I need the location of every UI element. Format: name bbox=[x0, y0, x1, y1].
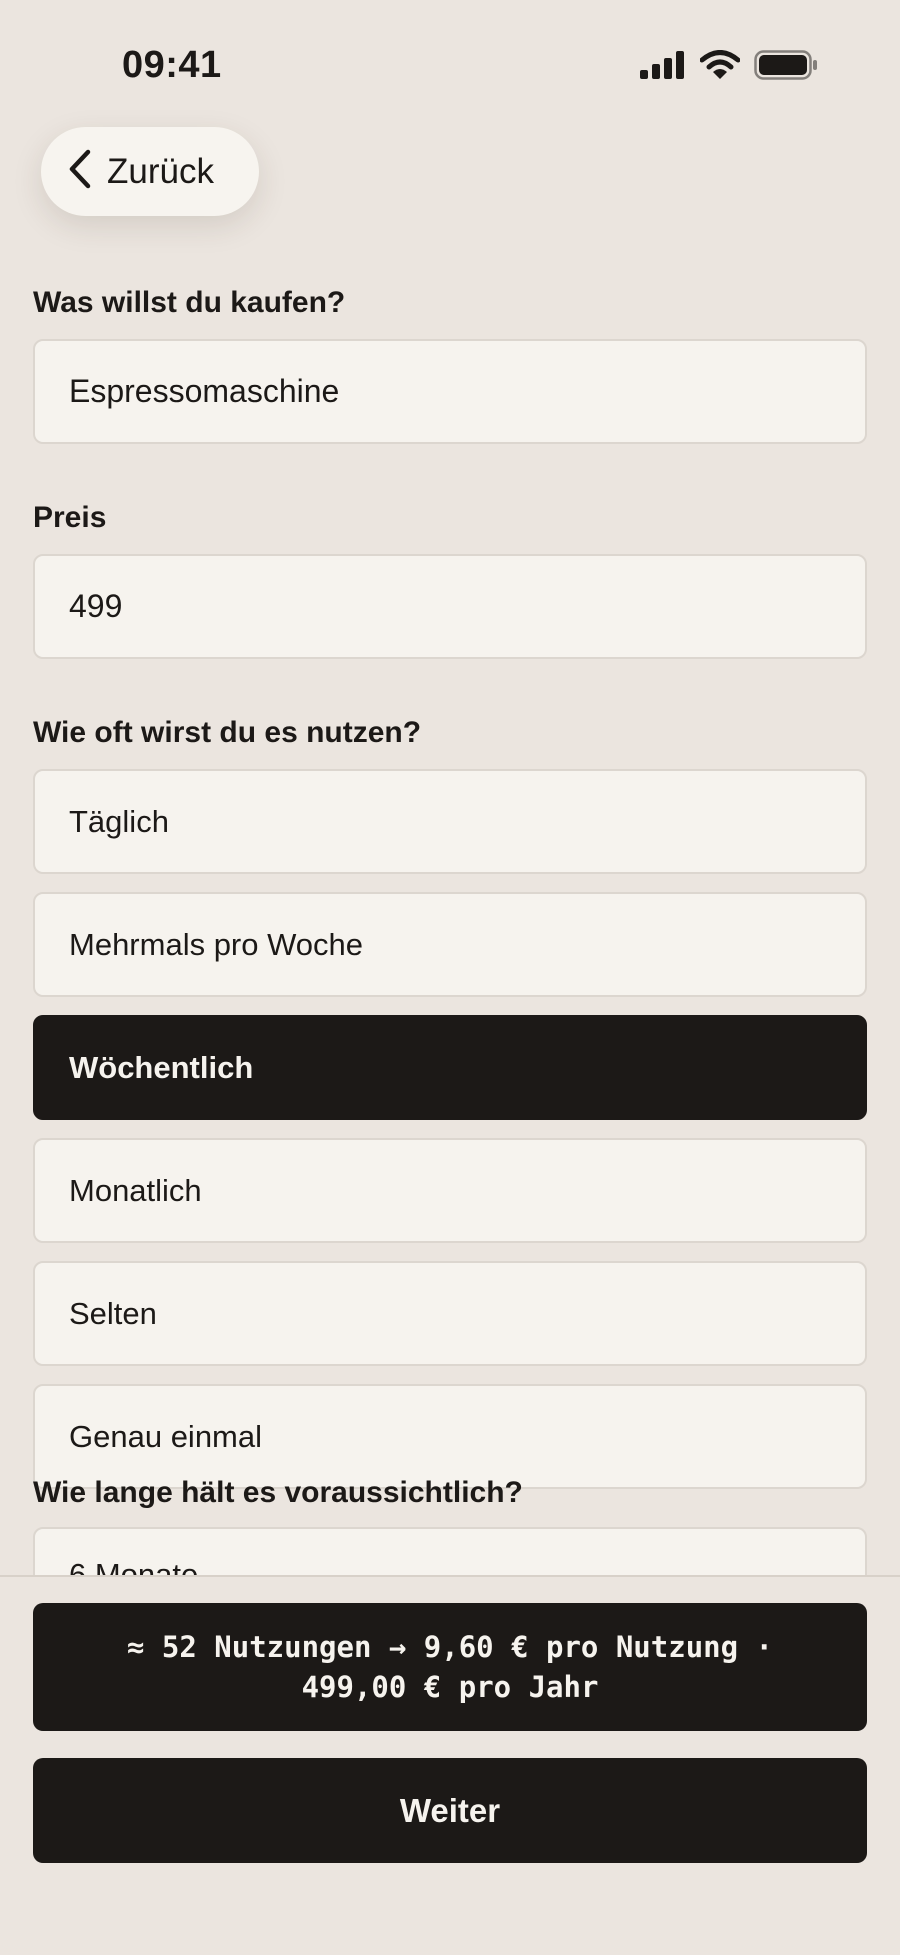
back-button[interactable]: Zurück bbox=[41, 127, 259, 216]
item-label: Was willst du kaufen? bbox=[33, 286, 346, 319]
back-label: Zurück bbox=[107, 151, 214, 191]
item-input[interactable] bbox=[69, 373, 865, 410]
cost-summary: ≈ 52 Nutzungen → 9,60 € pro Nutzung · 49… bbox=[33, 1603, 867, 1731]
price-group: Preis bbox=[33, 500, 867, 659]
price-label: Preis bbox=[33, 501, 107, 534]
wifi-icon bbox=[699, 50, 741, 85]
item-field[interactable] bbox=[33, 339, 867, 444]
signal-icon bbox=[640, 51, 686, 84]
next-button[interactable]: Weiter bbox=[33, 1758, 867, 1863]
summary-line-1: ≈ 52 Nutzungen → 9,60 € pro Nutzung · bbox=[126, 1630, 773, 1664]
screen: 09:41 Zurück Was willst du kaufen? Espre… bbox=[0, 0, 900, 1955]
frequency-option-several-per-week[interactable]: Mehrmals pro Woche bbox=[33, 892, 867, 997]
chevron-left-icon bbox=[67, 148, 93, 195]
price-input[interactable] bbox=[69, 588, 865, 625]
frequency-option-rarely[interactable]: Selten bbox=[33, 1261, 867, 1366]
status-icons bbox=[640, 50, 818, 85]
frequency-option-once[interactable]: Genau einmal bbox=[33, 1384, 867, 1489]
battery-icon bbox=[754, 50, 818, 85]
frequency-label: Wie oft wirst du es nutzen? bbox=[33, 716, 422, 749]
status-time: 09:41 bbox=[122, 44, 222, 86]
summary-line-2: 499,00 € pro Jahr bbox=[301, 1670, 599, 1704]
purchase-form: Was willst du kaufen? Preis Wie oft wirs… bbox=[33, 285, 867, 1489]
duration-label: Wie lange hält es voraussichtlich? bbox=[33, 1476, 523, 1509]
frequency-option-weekly[interactable]: Wöchentlich bbox=[33, 1015, 867, 1120]
status-bar: 09:41 bbox=[0, 0, 900, 130]
frequency-option-daily[interactable]: Täglich bbox=[33, 769, 867, 874]
item-group: Was willst du kaufen? bbox=[33, 285, 867, 444]
frequency-group: Wie oft wirst du es nutzen? Täglich Mehr… bbox=[33, 715, 867, 1489]
frequency-option-monthly[interactable]: Monatlich bbox=[33, 1138, 867, 1243]
bottom-sheet: ≈ 52 Nutzungen → 9,60 € pro Nutzung · 49… bbox=[0, 1575, 900, 1955]
next-label: Weiter bbox=[399, 1791, 501, 1829]
price-field[interactable] bbox=[33, 554, 867, 659]
